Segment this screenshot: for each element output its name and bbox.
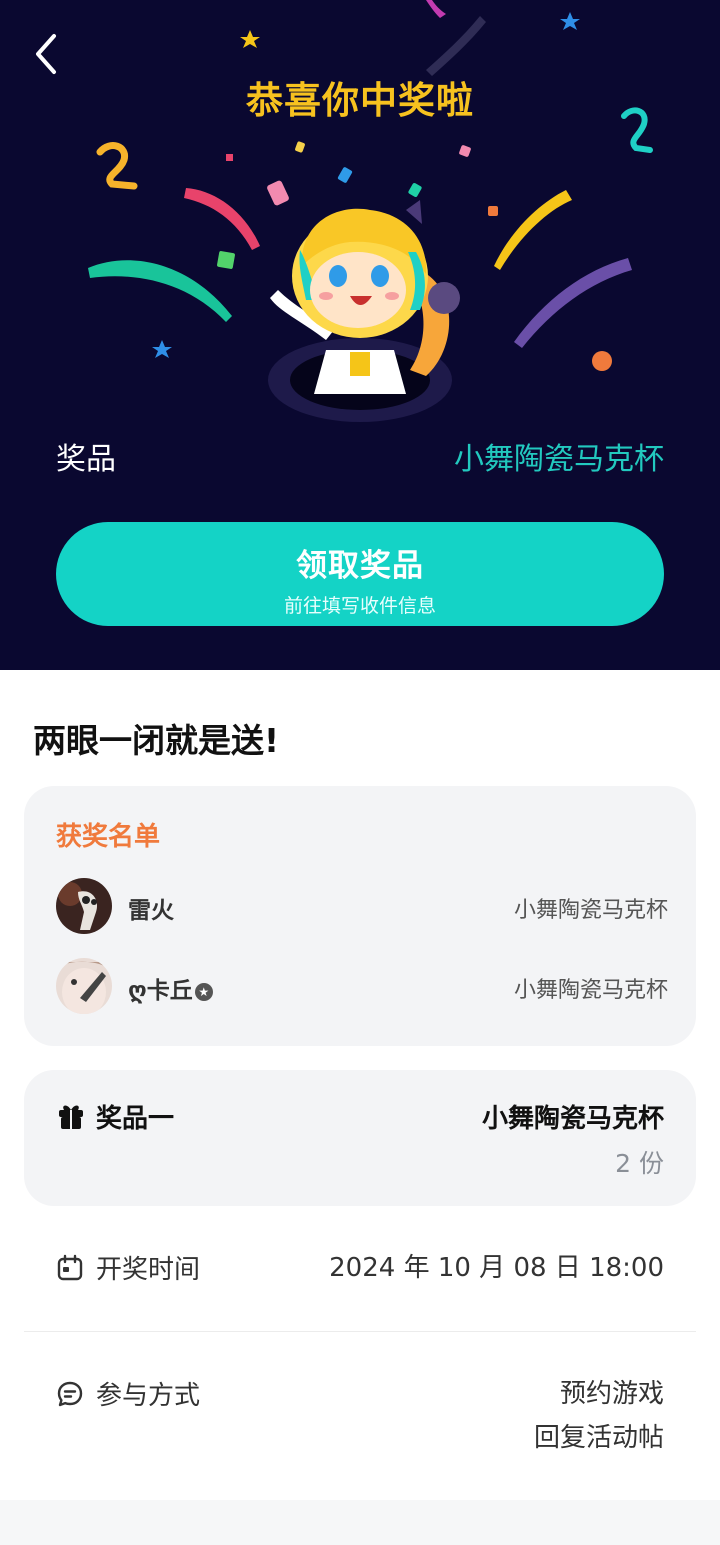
comment-icon [57,1381,83,1407]
draw-time-row: 开奖时间 2024 年 10 月 08 日 18:00 [56,1246,664,1290]
winner-name: ღ卡丘 ★ [128,971,213,1005]
claim-prize-sublabel: 前往填写收件信息 [283,595,436,617]
avatar[interactable] [56,958,112,1014]
participation-methods: 预约游戏 回复活动帖 [534,1372,664,1460]
winner-prize: 小舞陶瓷马克杯 [513,978,668,1003]
winner-prize: 小舞陶瓷马克杯 [513,898,668,923]
divider [24,1331,696,1332]
prize-label: 奖品 [56,442,116,477]
prize-name: 小舞陶瓷马克杯 [454,442,664,477]
participation-method[interactable]: 预约游戏 [534,1372,664,1416]
claim-prize-label: 领取奖品 [296,548,424,584]
avatar-image [56,958,112,1014]
participation-row: 参与方式 预约游戏 回复活动帖 [56,1372,664,1462]
gift-icon [59,1105,83,1129]
draw-time-label: 开奖时间 [96,1255,201,1285]
prize-tier-label: 奖品一 [96,1104,175,1134]
avatar-image [56,878,112,934]
prize-detail-card: 奖品一 小舞陶瓷马克杯 2 份 [24,1070,696,1206]
page-title: 恭喜你中奖啦 [246,79,474,122]
winner-name: 雷火 [128,898,174,924]
winners-heading: 获奖名单 [56,822,161,852]
activity-title: 两眼一闭就是送! [33,721,280,760]
bottom-bar [0,1500,720,1545]
verified-badge-icon: ★ [194,983,213,1001]
prize-count: 2 份 [615,1149,664,1178]
participation-method[interactable]: 回复活动帖 [534,1416,664,1460]
prize-hero: 恭喜你中奖啦 奖品 小舞陶瓷马克杯 领取奖品 前往填写收件信息 [0,0,720,670]
winner-name-text: ღ卡丘 [128,978,193,1004]
calendar-icon [57,1254,83,1281]
prize-item-name: 小舞陶瓷马克杯 [481,1104,664,1134]
draw-time-value: 2024 年 10 月 08 日 18:00 [329,1253,664,1283]
participation-label: 参与方式 [96,1381,201,1411]
claim-prize-button[interactable]: 领取奖品 前往填写收件信息 [56,522,664,626]
avatar[interactable] [56,878,112,934]
winner-row[interactable]: ღ卡丘 ★ 小舞陶瓷马克杯 [56,958,668,1016]
mascot-illustration [268,200,460,422]
winners-card: 获奖名单 雷火 小舞陶瓷马克杯 ღ卡丘 ★ 小舞陶瓷马克杯 [24,786,696,1046]
winner-row[interactable]: 雷火 小舞陶瓷马克杯 [56,878,668,936]
